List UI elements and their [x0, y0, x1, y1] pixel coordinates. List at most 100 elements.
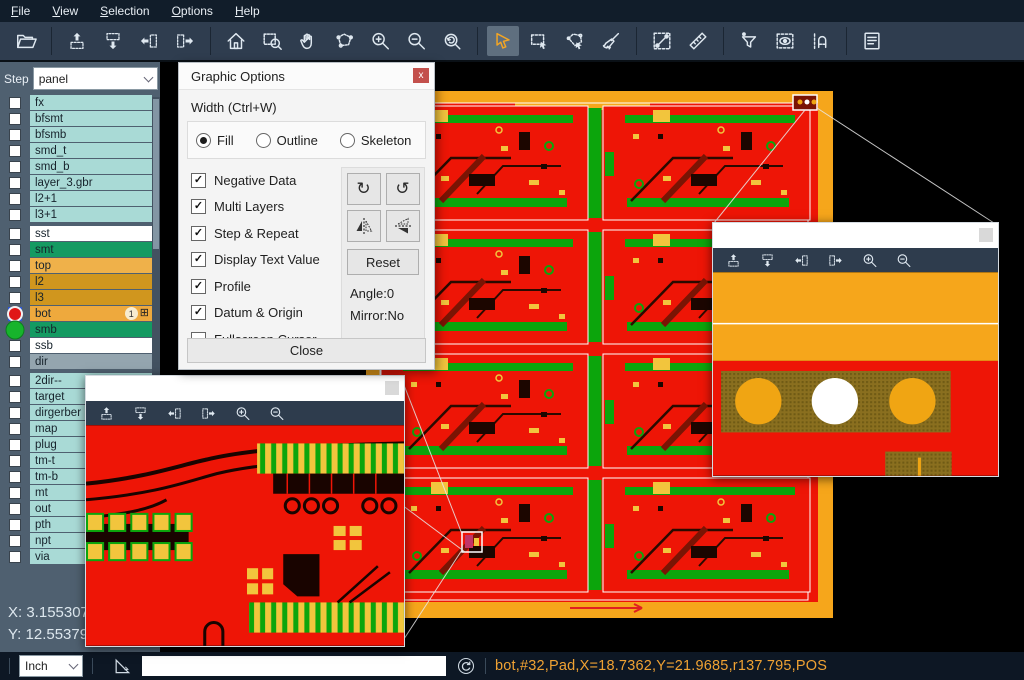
- layer-checkbox[interactable]: [9, 209, 21, 221]
- grid-icon[interactable]: ⊞: [140, 308, 149, 319]
- layer-label[interactable]: layer_3.gbr: [30, 175, 152, 190]
- window-button[interactable]: [385, 381, 399, 395]
- zoom-out-button[interactable]: [891, 250, 915, 270]
- layer-checkbox[interactable]: [9, 177, 21, 189]
- flip-up-button[interactable]: [721, 250, 745, 270]
- menu-view[interactable]: View: [41, 0, 89, 22]
- layer-label[interactable]: smd_t: [30, 143, 152, 158]
- flip-up-button[interactable]: [94, 403, 118, 423]
- flip-left-button[interactable]: [162, 403, 186, 423]
- layer-checkbox[interactable]: [9, 407, 21, 419]
- layer-checkbox[interactable]: [9, 145, 21, 157]
- checkbox-icon[interactable]: ✓: [191, 199, 206, 214]
- zoom-in-button[interactable]: [364, 26, 396, 56]
- checkbox-icon[interactable]: ✓: [191, 173, 206, 188]
- layer-row-bfsmb[interactable]: bfsmb: [0, 127, 160, 142]
- layer-label[interactable]: dir: [30, 354, 152, 369]
- layer-label[interactable]: l3: [30, 290, 152, 305]
- window-button[interactable]: [979, 228, 993, 242]
- layer-row-l2+1[interactable]: l2+1: [0, 191, 160, 206]
- layer-label[interactable]: sst: [30, 226, 152, 241]
- measure-ruler-button[interactable]: [682, 26, 714, 56]
- layer-label[interactable]: smd_b: [30, 159, 152, 174]
- layer-checkbox[interactable]: [9, 455, 21, 467]
- layer-label[interactable]: ssb: [30, 338, 152, 353]
- layer-row-ssb[interactable]: ssb: [0, 338, 160, 353]
- mirror-vertical-button[interactable]: [386, 210, 420, 242]
- display-options-button[interactable]: [769, 26, 801, 56]
- rotate-cw-button[interactable]: ↻: [347, 173, 381, 205]
- menu-options[interactable]: Options: [161, 0, 224, 22]
- layer-label[interactable]: l2: [30, 274, 152, 289]
- layer-label[interactable]: bfsmb: [30, 127, 152, 142]
- layer-row-l2[interactable]: l2: [0, 274, 160, 289]
- layer-row-smd_t[interactable]: smd_t: [0, 143, 160, 158]
- radio-icon[interactable]: [196, 133, 211, 148]
- layer-checkbox[interactable]: [9, 260, 21, 272]
- layer-checkbox[interactable]: [9, 391, 21, 403]
- layer-checkbox[interactable]: [9, 244, 21, 256]
- checkbox-icon[interactable]: ✓: [191, 305, 206, 320]
- command-input[interactable]: [142, 656, 446, 676]
- layer-checkbox[interactable]: [9, 129, 21, 141]
- flip-down-button[interactable]: [97, 26, 129, 56]
- magnifier-window-right[interactable]: [712, 222, 999, 477]
- checkbox-icon[interactable]: ✓: [191, 252, 206, 267]
- select-cursor-button[interactable]: [487, 26, 519, 56]
- select-rect-button[interactable]: [523, 26, 555, 56]
- layer-row-bot[interactable]: bot1⊞: [0, 306, 160, 321]
- pan-hand-button[interactable]: [292, 26, 324, 56]
- home-button[interactable]: [220, 26, 252, 56]
- flip-right-button[interactable]: [823, 250, 847, 270]
- clean-brush-button[interactable]: [595, 26, 627, 56]
- magnifier-window-left[interactable]: [85, 375, 405, 647]
- layer-row-l3+1[interactable]: l3+1: [0, 207, 160, 222]
- zoom-out-button[interactable]: [400, 26, 432, 56]
- layer-row-l3[interactable]: l3: [0, 290, 160, 305]
- layer-checkbox[interactable]: [9, 439, 21, 451]
- layer-row-smb[interactable]: smb: [0, 322, 160, 337]
- zoom-in-button[interactable]: [857, 250, 881, 270]
- select-polygon-button[interactable]: [559, 26, 591, 56]
- layer-checkbox[interactable]: [9, 356, 21, 368]
- layer-checkbox[interactable]: [9, 340, 21, 352]
- layer-checkbox[interactable]: [9, 276, 21, 288]
- layer-row-dir[interactable]: dir: [0, 354, 160, 369]
- checkbox-multi-layers[interactable]: ✓Multi Layers: [191, 194, 341, 221]
- zoom-in-button[interactable]: [230, 403, 254, 423]
- layer-checkbox[interactable]: [9, 535, 21, 547]
- layer-checkbox[interactable]: [9, 551, 21, 563]
- flip-left-button[interactable]: [789, 250, 813, 270]
- flip-left-button[interactable]: [133, 26, 165, 56]
- filter-button[interactable]: [733, 26, 765, 56]
- close-button[interactable]: Close: [187, 338, 426, 363]
- flip-up-button[interactable]: [61, 26, 93, 56]
- layer-checkbox[interactable]: [9, 292, 21, 304]
- layer-label[interactable]: smt: [30, 242, 152, 257]
- zoom-free-button[interactable]: [328, 26, 360, 56]
- menu-selection[interactable]: Selection: [89, 0, 160, 22]
- layer-row-fx[interactable]: fx: [0, 95, 160, 110]
- checkbox-display-text-value[interactable]: ✓Display Text Value: [191, 247, 341, 274]
- mirror-horizontal-button[interactable]: [347, 210, 381, 242]
- radio-outline[interactable]: Outline: [256, 133, 318, 148]
- layer-label[interactable]: l2+1: [30, 191, 152, 206]
- layer-checkbox[interactable]: [9, 193, 21, 205]
- layer-label[interactable]: smb: [30, 322, 152, 337]
- zoom-out-button[interactable]: [264, 403, 288, 423]
- dialog-titlebar[interactable]: Graphic Options x: [179, 63, 434, 90]
- snap-magnet-button[interactable]: [805, 26, 837, 56]
- radio-fill[interactable]: Fill: [196, 133, 234, 148]
- checkbox-negative-data[interactable]: ✓Negative Data: [191, 167, 341, 194]
- close-icon[interactable]: x: [413, 68, 429, 83]
- layer-row-layer_3.gbr[interactable]: layer_3.gbr: [0, 175, 160, 190]
- layer-label[interactable]: fx: [30, 95, 152, 110]
- refresh-icon[interactable]: [456, 656, 476, 676]
- radio-skeleton[interactable]: Skeleton: [340, 133, 412, 148]
- measure-distance-button[interactable]: [646, 26, 678, 56]
- flip-right-button[interactable]: [169, 26, 201, 56]
- reset-button[interactable]: Reset: [347, 249, 419, 275]
- layer-checkbox[interactable]: [9, 519, 21, 531]
- layer-row-smt[interactable]: smt: [0, 242, 160, 257]
- layer-checkbox[interactable]: [9, 503, 21, 515]
